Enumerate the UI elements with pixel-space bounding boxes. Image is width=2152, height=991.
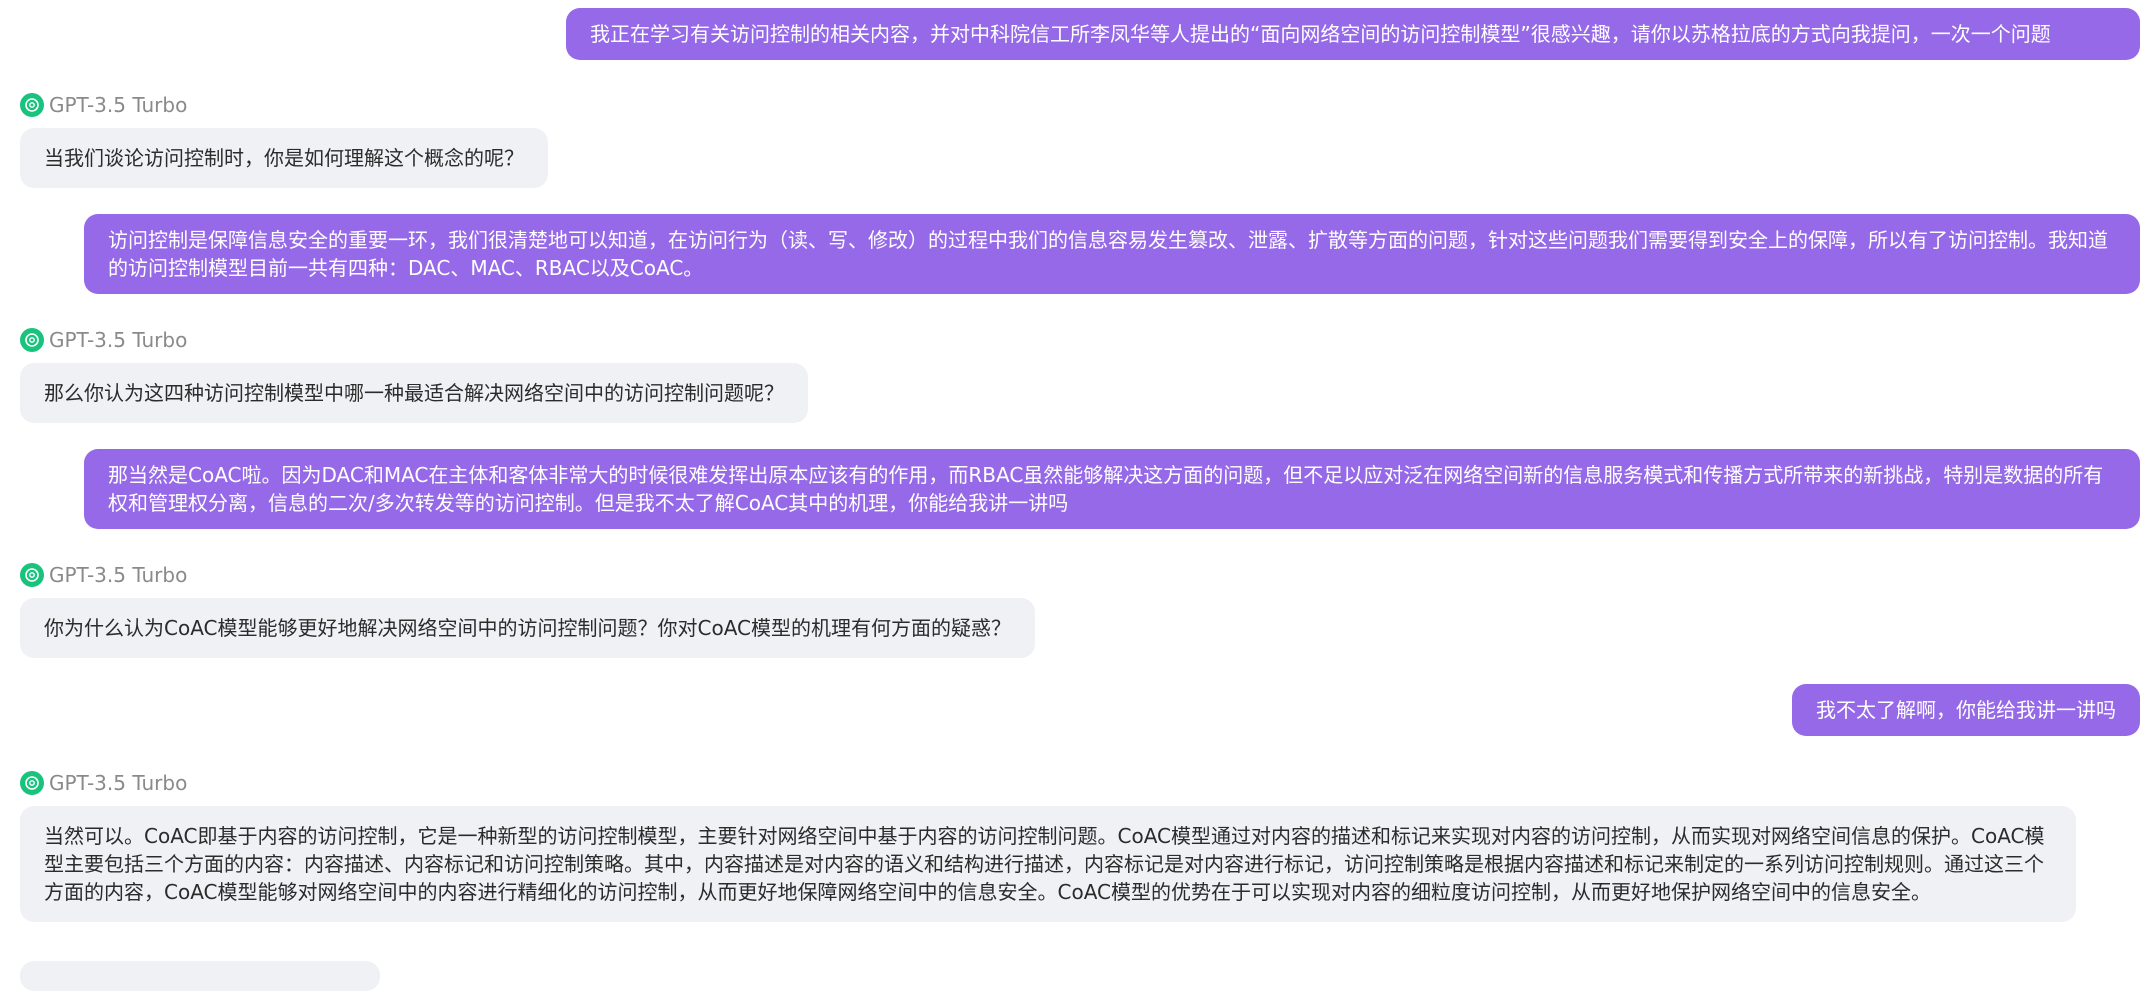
assistant-header: GPT-3.5 Turbo	[20, 92, 548, 118]
model-name-label: GPT-3.5 Turbo	[49, 328, 188, 352]
openai-logo-icon	[20, 328, 44, 352]
assistant-header: GPT-3.5 Turbo	[20, 327, 808, 353]
openai-logo-icon	[20, 563, 44, 587]
user-message: 访问控制是保障信息安全的重要一环，我们很清楚地可以知道，在访问行为（读、写、修改…	[84, 214, 2140, 294]
user-message: 我不太了解啊，你能给我讲一讲吗	[1792, 684, 2140, 736]
assistant-message-bubble-partial	[20, 961, 380, 991]
user-message-bubble: 我正在学习有关访问控制的相关内容，并对中科院信工所李凤华等人提出的“面向网络空间…	[566, 8, 2140, 60]
user-message: 我正在学习有关访问控制的相关内容，并对中科院信工所李凤华等人提出的“面向网络空间…	[566, 8, 2140, 60]
user-message: 那当然是CoAC啦。因为DAC和MAC在主体和客体非常大的时候很难发挥出原本应该…	[84, 449, 2140, 529]
assistant-message: GPT-3.5 Turbo 当然可以。CoAC即基于内容的访问控制，它是一种新型…	[20, 770, 2076, 922]
assistant-message-bubble: 当然可以。CoAC即基于内容的访问控制，它是一种新型的访问控制模型，主要针对网络…	[20, 806, 2076, 922]
user-message-bubble: 访问控制是保障信息安全的重要一环，我们很清楚地可以知道，在访问行为（读、写、修改…	[84, 214, 2140, 294]
user-message-bubble: 我不太了解啊，你能给我讲一讲吗	[1792, 684, 2140, 736]
assistant-message: GPT-3.5 Turbo 那么你认为这四种访问控制模型中哪一种最适合解决网络空…	[20, 327, 808, 423]
model-name-label: GPT-3.5 Turbo	[49, 771, 188, 795]
assistant-message-bubble: 那么你认为这四种访问控制模型中哪一种最适合解决网络空间中的访问控制问题呢？	[20, 363, 808, 423]
openai-logo-icon	[20, 93, 44, 117]
assistant-message: GPT-3.5 Turbo 当我们谈论访问控制时，你是如何理解这个概念的呢？	[20, 92, 548, 188]
user-message-bubble: 那当然是CoAC啦。因为DAC和MAC在主体和客体非常大的时候很难发挥出原本应该…	[84, 449, 2140, 529]
assistant-message-bubble: 你为什么认为CoAC模型能够更好地解决网络空间中的访问控制问题？你对CoAC模型…	[20, 598, 1035, 658]
openai-logo-icon	[20, 771, 44, 795]
model-name-label: GPT-3.5 Turbo	[49, 563, 188, 587]
assistant-message-bubble: 当我们谈论访问控制时，你是如何理解这个概念的呢？	[20, 128, 548, 188]
model-name-label: GPT-3.5 Turbo	[49, 93, 188, 117]
assistant-message: GPT-3.5 Turbo 你为什么认为CoAC模型能够更好地解决网络空间中的访…	[20, 562, 1035, 658]
assistant-header: GPT-3.5 Turbo	[20, 562, 1035, 588]
assistant-header: GPT-3.5 Turbo	[20, 770, 2076, 796]
chat-window: 我正在学习有关访问控制的相关内容，并对中科院信工所李凤华等人提出的“面向网络空间…	[0, 0, 2152, 991]
